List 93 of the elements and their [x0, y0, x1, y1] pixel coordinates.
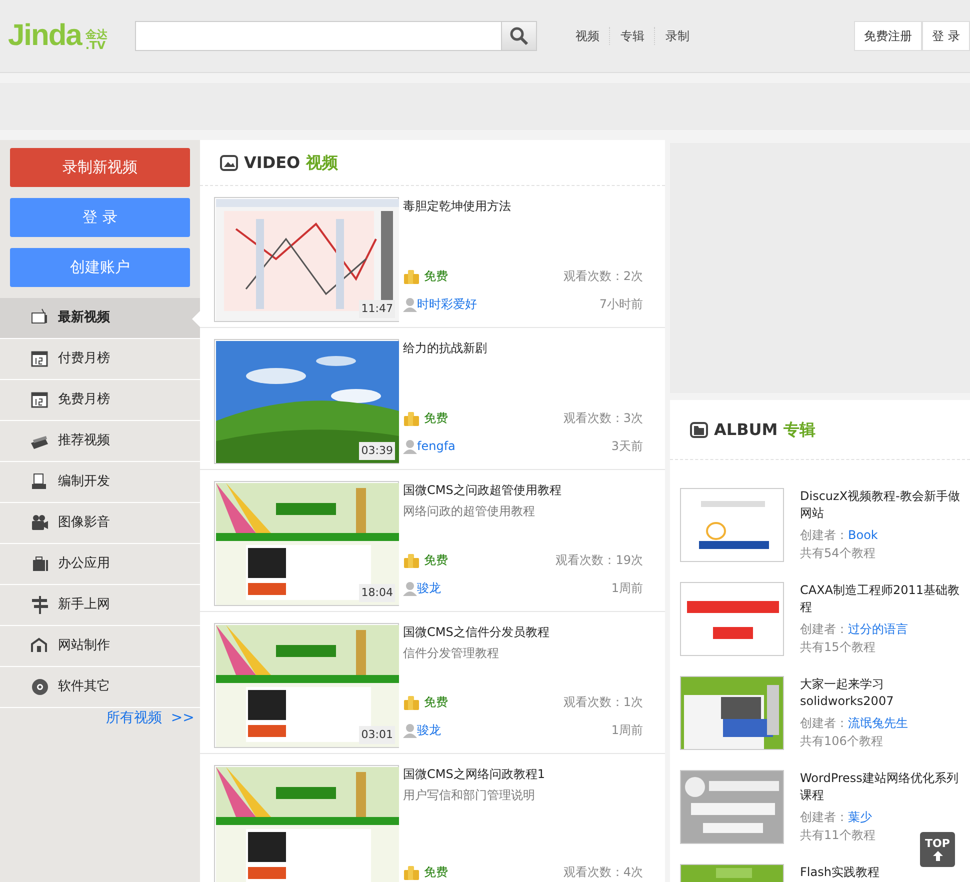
view-count: 观看次数：2次 — [563, 268, 643, 285]
nav-link[interactable]: 录制 — [655, 27, 700, 45]
album-title[interactable]: DiscuzX视频教程-教会新手做网站 — [800, 488, 960, 522]
logo-suffix: .TV — [85, 40, 106, 51]
author-link[interactable]: fengfa — [417, 437, 456, 455]
price-label: 免费 — [424, 410, 448, 427]
price-label: 免费 — [424, 864, 448, 881]
creator-label: 创建者： — [800, 528, 848, 542]
video-thumbnail[interactable]: 03:39 — [214, 339, 399, 464]
more-videos-link[interactable]: 所有视频 >> — [106, 710, 194, 726]
logo-chinese: 金达 — [85, 29, 108, 40]
header-button[interactable]: 免费注册 — [854, 21, 922, 51]
arrow-up-icon — [932, 851, 942, 862]
video-title[interactable]: 毒胆定乾坤使用方法 — [403, 197, 643, 215]
price-label: 免费 — [424, 552, 448, 569]
section-title: ALBUM — [714, 420, 778, 439]
author-link[interactable]: 骏龙 — [417, 579, 441, 597]
video-thumbnail[interactable]: 18:04 — [214, 481, 399, 606]
section-title: VIDEO — [244, 153, 300, 172]
back-to-top-button[interactable]: TOP — [920, 832, 955, 867]
video-title[interactable]: 国微CMS之信件分发员教程 — [403, 623, 643, 641]
sidebar-item[interactable]: 免费月榜 — [0, 380, 200, 421]
sidebar-item[interactable]: 编制开发 — [0, 462, 200, 503]
video-title[interactable]: 给力的抗战新剧 — [403, 339, 643, 357]
coins-icon — [403, 864, 420, 880]
section-title: 视频 — [306, 152, 338, 174]
view-count: 观看次数：1次 — [563, 694, 643, 711]
view-count: 观看次数：3次 — [563, 410, 643, 427]
duration-label: 18:04 — [359, 584, 395, 602]
creator-label: 创建者： — [800, 716, 848, 730]
creator-link[interactable]: 流氓兔先生 — [848, 716, 908, 730]
sidebar-item[interactable]: 软件其它 — [0, 667, 200, 708]
video-thumbnail[interactable]: 11:47 — [214, 197, 399, 322]
disc-icon — [30, 677, 50, 697]
tutorial-count: 共有11个教程 — [800, 828, 876, 842]
video-title[interactable]: 国微CMS之网络问政教程1 — [403, 765, 643, 783]
video-description: 用户写信和部门管理说明 — [403, 787, 536, 804]
album-title[interactable]: CAXA制造工程师2011基础教程 — [800, 582, 960, 616]
search-field[interactable] — [135, 21, 502, 51]
sidebar-item[interactable]: 最新视频 — [0, 298, 200, 339]
nav-link[interactable]: 视频 — [565, 27, 610, 45]
duration-label: 03:01 — [359, 726, 395, 744]
camera-icon — [30, 513, 50, 533]
action-button[interactable]: 录制新视频 — [10, 148, 190, 187]
tutorial-count: 共有106个教程 — [800, 734, 883, 748]
calendar-icon — [30, 390, 50, 410]
coins-icon — [403, 694, 420, 710]
bag-icon — [30, 554, 50, 574]
duration-label: 11:47 — [359, 300, 395, 318]
user-icon — [403, 438, 417, 454]
album-title[interactable]: Flash实践教程 — [800, 864, 960, 881]
calendar-icon — [30, 349, 50, 369]
author-link[interactable]: 时时彩爱好 — [417, 295, 477, 313]
time-label: 7小时前 — [599, 296, 643, 313]
time-label: 1周前 — [611, 722, 643, 739]
tutorial-count: 共有15个教程 — [800, 640, 876, 654]
video-title[interactable]: 国微CMS之问政超管使用教程 — [403, 481, 643, 499]
price-label: 免费 — [424, 268, 448, 285]
creator-label: 创建者： — [800, 622, 848, 636]
coins-icon — [403, 410, 420, 426]
nav-link[interactable]: 专辑 — [610, 27, 656, 45]
folder-icon — [690, 422, 708, 438]
video-thumbnail[interactable]: 03:01 — [214, 623, 399, 748]
album-title[interactable]: WordPress建站网络优化系列课程 — [800, 770, 960, 804]
price-label: 免费 — [424, 694, 448, 711]
view-count: 观看次数：4次 — [563, 864, 643, 881]
album-title[interactable]: 大家一起来学习solidworks2007 — [800, 676, 960, 710]
coins-icon — [403, 552, 420, 568]
creator-link[interactable]: Book — [848, 528, 878, 542]
video-description: 信件分发管理教程 — [403, 645, 500, 662]
search-button[interactable] — [501, 21, 538, 51]
search-icon — [509, 26, 530, 46]
time-label: 1周前 — [611, 580, 643, 597]
user-icon — [403, 580, 417, 596]
duration-label: 03:39 — [359, 442, 395, 460]
sidebar-item[interactable]: 图像影音 — [0, 503, 200, 544]
coins-icon — [403, 268, 420, 284]
video-description: 网络问政的超管使用教程 — [403, 503, 536, 520]
user-icon — [403, 296, 417, 312]
tutorial-count: 共有54个教程 — [800, 546, 876, 560]
creator-link[interactable]: 过分的语言 — [848, 622, 908, 636]
author-link[interactable]: 骏龙 — [417, 721, 441, 739]
time-label: 3天前 — [611, 438, 643, 455]
section-title: 专辑 — [784, 418, 816, 440]
creator-link[interactable]: 葉少 — [848, 810, 872, 824]
signpost-icon — [30, 595, 50, 615]
header-button[interactable]: 登 录 — [922, 21, 970, 51]
sidebar-item[interactable]: 办公应用 — [0, 544, 200, 585]
image-icon — [220, 154, 238, 170]
creator-label: 创建者： — [800, 810, 848, 824]
view-count: 观看次数：19次 — [556, 552, 643, 569]
sidebar-item[interactable]: 付费月榜 — [0, 339, 200, 380]
user-icon — [403, 722, 417, 738]
